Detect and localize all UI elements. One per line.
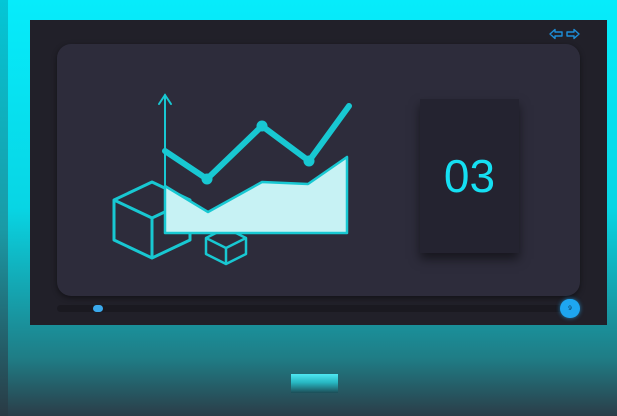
line-point — [256, 120, 268, 132]
line-area-chart-with-cubes-icon — [112, 93, 352, 266]
monitor-left-edge — [0, 0, 8, 416]
arrow-right-icon — [566, 28, 580, 40]
monitor-stand — [291, 374, 338, 393]
next-slide-button[interactable] — [566, 28, 580, 40]
line-series — [162, 103, 352, 182]
slide-number-card: 03 — [420, 99, 519, 253]
line-point — [303, 155, 315, 167]
page-badge[interactable]: 9 — [560, 299, 580, 318]
progress-track[interactable] — [57, 305, 563, 312]
arrow-left-icon — [549, 28, 563, 40]
line-point — [201, 173, 213, 185]
progress-handle[interactable] — [93, 305, 103, 312]
prev-slide-button[interactable] — [549, 28, 563, 40]
slide-number: 03 — [443, 150, 496, 202]
